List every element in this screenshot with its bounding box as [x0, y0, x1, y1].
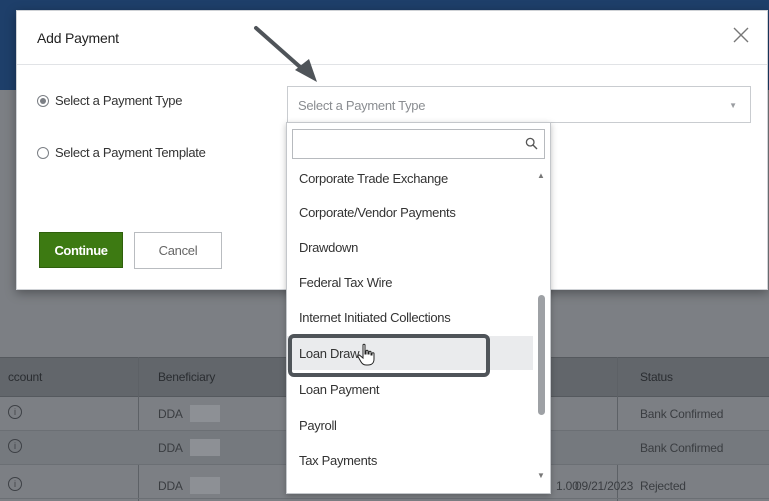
status-cell: Bank Confirmed: [640, 441, 724, 455]
dropdown-item-federal-tax-wire[interactable]: Federal Tax Wire: [287, 265, 533, 299]
chevron-down-icon: ▼: [729, 101, 737, 110]
redacted-value: [190, 405, 220, 422]
dropdown-item-payroll[interactable]: Payroll: [287, 408, 533, 442]
dropdown-item-label: Payroll: [299, 418, 337, 433]
radio-button-checked[interactable]: [37, 94, 49, 107]
dropdown-item-label: Federal Tax Wire: [299, 275, 393, 290]
info-icon: i: [8, 405, 22, 419]
close-icon: [733, 27, 749, 43]
search-icon: [525, 137, 538, 150]
dropdown-item-loan-payment[interactable]: Loan Payment: [287, 372, 533, 406]
scroll-down-arrow-icon[interactable]: ▼: [537, 471, 545, 480]
info-icon: i: [8, 477, 22, 491]
modal-header: Add Payment: [17, 11, 767, 65]
modal-title: Add Payment: [37, 30, 119, 46]
payment-type-dropdown: Corporate Trade Exchange Corporate/Vendo…: [286, 122, 551, 494]
scroll-up-arrow-icon[interactable]: ▲: [537, 171, 545, 180]
hand-pointer-icon: [356, 343, 378, 367]
column-header-beneficiary: Beneficiary: [158, 370, 216, 384]
dropdown-item-label: Tax Payments: [299, 453, 378, 468]
payment-type-select[interactable]: Select a Payment Type ▼: [287, 86, 751, 123]
beneficiary-cell: DDA: [158, 479, 183, 493]
status-cell: Bank Confirmed: [640, 407, 724, 421]
radio-payment-template-label: Select a Payment Template: [55, 145, 206, 160]
redacted-value: [190, 477, 220, 494]
redacted-value: [190, 439, 220, 456]
dropdown-item-tax-payments[interactable]: Tax Payments: [287, 443, 533, 477]
radio-payment-type-label: Select a Payment Type: [55, 93, 183, 108]
dropdown-search: [292, 129, 545, 159]
radio-payment-type[interactable]: Select a Payment Type: [37, 93, 182, 108]
info-icon: i: [8, 439, 22, 453]
dropdown-search-input[interactable]: [293, 130, 518, 158]
continue-button[interactable]: Continue: [39, 232, 123, 268]
close-button[interactable]: [729, 23, 753, 47]
status-cell: Rejected: [640, 479, 686, 493]
date-cell: 09/21/2023: [575, 479, 634, 493]
dropdown-scrollbar[interactable]: ▲ ▼: [533, 163, 550, 491]
radio-payment-template[interactable]: Select a Payment Template: [37, 145, 206, 160]
scrollbar-thumb[interactable]: [538, 295, 545, 415]
beneficiary-cell: DDA: [158, 441, 183, 455]
dropdown-item-label: Corporate Trade Exchange: [299, 171, 448, 186]
dropdown-item-internet-initiated-collections[interactable]: Internet Initiated Collections: [287, 300, 533, 334]
dropdown-item-corporate-trade-exchange[interactable]: Corporate Trade Exchange: [287, 161, 533, 195]
dropdown-item-drawdown[interactable]: Drawdown: [287, 230, 533, 264]
radio-button-unchecked[interactable]: [37, 146, 49, 159]
dropdown-item-label: Loan Payment: [299, 382, 380, 397]
dropdown-item-label: Corporate/Vendor Payments: [299, 205, 456, 220]
column-header-account: ccount: [8, 370, 43, 384]
dropdown-item-label: Drawdown: [299, 240, 359, 255]
annotation-highlight-box: [288, 334, 490, 377]
select-placeholder: Select a Payment Type: [298, 98, 426, 113]
dropdown-item-label: Internet Initiated Collections: [299, 310, 451, 325]
cancel-button[interactable]: Cancel: [134, 232, 222, 269]
dropdown-item-corporate-vendor-payments[interactable]: Corporate/Vendor Payments: [287, 195, 533, 229]
column-header-status: Status: [640, 370, 673, 384]
beneficiary-cell: DDA: [158, 407, 183, 421]
